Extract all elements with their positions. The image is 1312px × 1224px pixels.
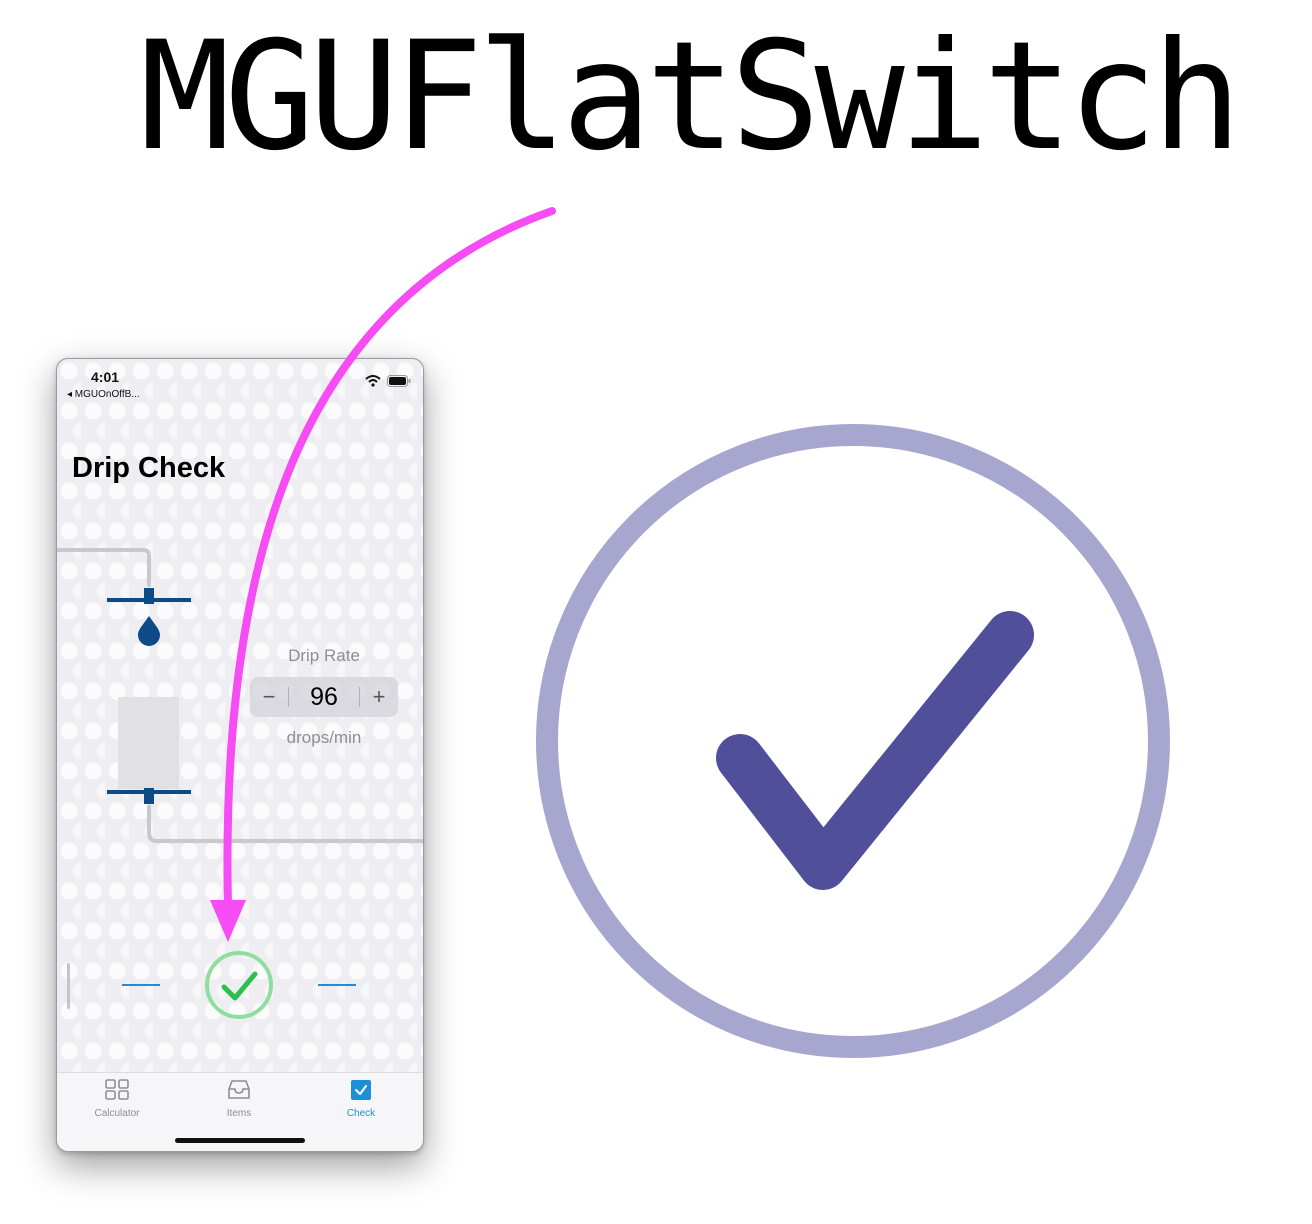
status-icons — [365, 375, 411, 387]
checkbox-icon — [351, 1080, 371, 1100]
flat-switch-check[interactable] — [203, 949, 275, 1021]
drip-rate-units: drops/min — [286, 728, 362, 747]
tab-label-calculator: Calculator — [94, 1108, 140, 1119]
grid-icon — [105, 1079, 129, 1100]
tab-calculator[interactable]: Calculator — [57, 1079, 177, 1119]
tab-items[interactable]: Items — [179, 1079, 299, 1119]
large-check-icon — [536, 424, 1170, 1058]
page-title: Drip Check — [72, 452, 226, 484]
decrement-button[interactable]: − — [250, 677, 288, 717]
status-time: 4:01 — [91, 369, 120, 385]
battery-icon — [387, 375, 411, 387]
tab-bar: Calculator Items Check — [57, 1072, 423, 1151]
phone-screenshot: 4:01 ◂ MGUOnOffB... Drip Check Drip Rate… — [56, 358, 424, 1152]
banner-title: MGUFlatSwitch — [140, 10, 1242, 184]
tab-label-check: Check — [346, 1108, 376, 1119]
drip-rate-stepper[interactable]: − 96 + — [250, 677, 398, 717]
drip-rate-label: Drip Rate — [288, 646, 360, 665]
tab-check[interactable]: Check — [301, 1079, 421, 1119]
wifi-icon — [365, 375, 381, 387]
tab-label-items: Items — [226, 1108, 252, 1119]
tray-icon — [228, 1080, 250, 1099]
drip-rate-value: 96 — [310, 683, 338, 711]
side-scroll-indicator — [67, 963, 70, 1009]
back-to-app-link[interactable]: ◂ MGUOnOffB... — [67, 389, 140, 400]
drop-icon — [138, 616, 160, 646]
increment-button[interactable]: + — [360, 677, 398, 717]
drip-chamber-body — [118, 697, 179, 789]
home-indicator — [175, 1138, 305, 1143]
left-dash-indicator — [122, 984, 160, 986]
right-dash-indicator — [318, 984, 356, 986]
